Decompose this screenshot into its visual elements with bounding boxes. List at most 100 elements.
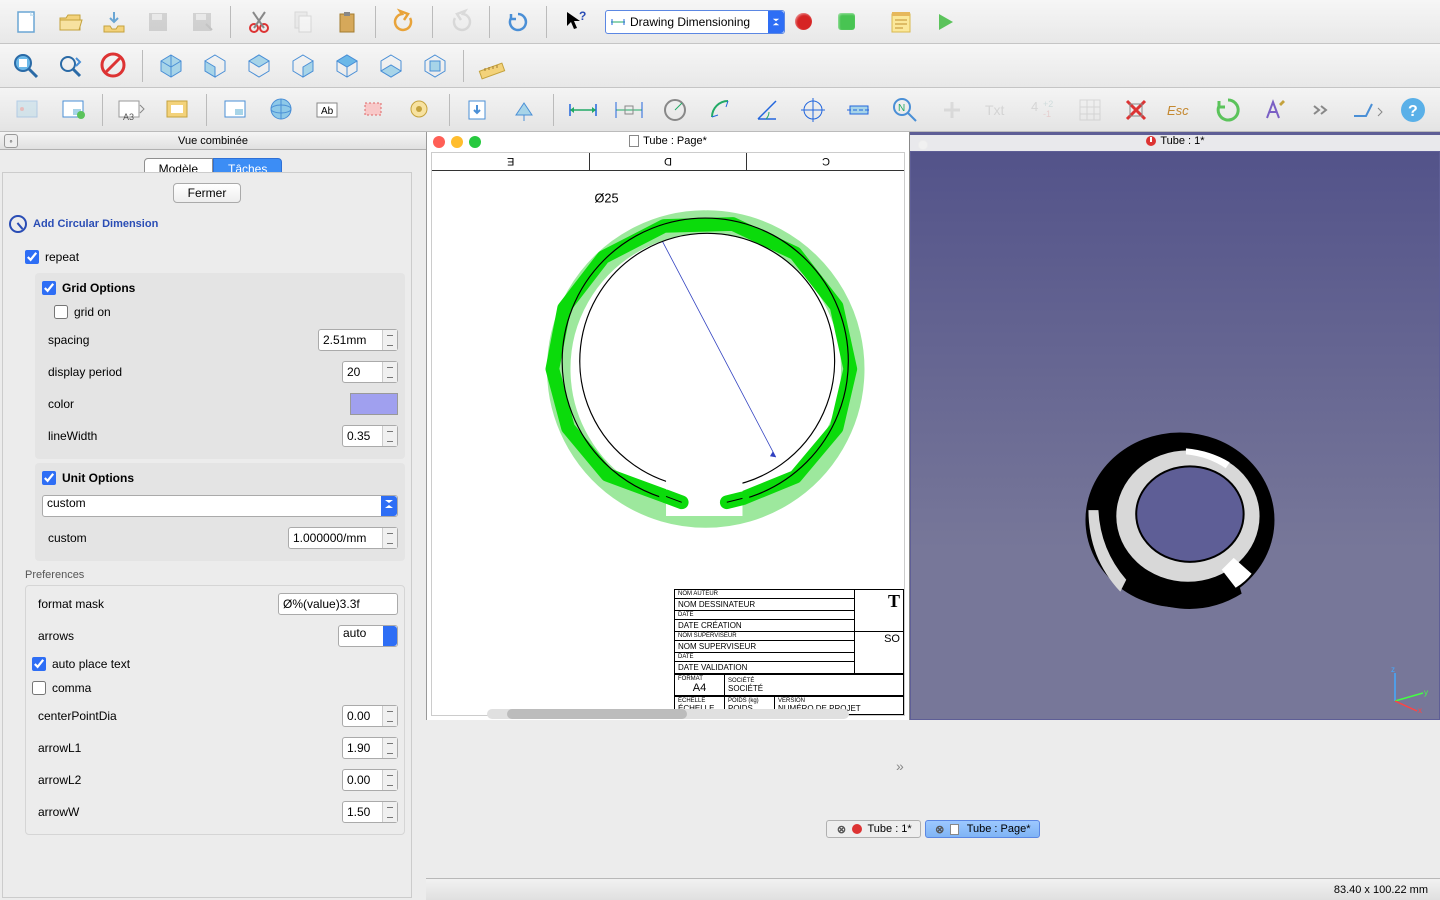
- note-dim-icon[interactable]: N: [884, 90, 927, 130]
- status-indicator[interactable]: [838, 13, 855, 30]
- arrowl1-spinner[interactable]: 1.90: [342, 737, 398, 759]
- notes-icon[interactable]: [881, 2, 921, 42]
- period-spinner[interactable]: 20: [342, 361, 398, 383]
- measure-icon[interactable]: [472, 46, 512, 86]
- zoom-fit-icon[interactable]: [6, 46, 46, 86]
- top-view-icon[interactable]: [239, 46, 279, 86]
- spacing-spinner[interactable]: 2.51mm: [318, 329, 398, 351]
- svg-text:-1: -1: [1043, 109, 1051, 119]
- linewidth-spinner[interactable]: 0.35: [342, 425, 398, 447]
- clip-icon[interactable]: [353, 90, 396, 130]
- arroww-spinner[interactable]: 1.50: [342, 801, 398, 823]
- escape-icon[interactable]: Esc: [1161, 90, 1204, 130]
- annotation-icon[interactable]: Ab: [307, 90, 350, 130]
- close-tab-icon[interactable]: ⊗: [934, 823, 946, 835]
- svg-text:Txt: Txt: [985, 102, 1005, 118]
- dim-tool-1-icon: [6, 90, 49, 130]
- arroww-label: arrowW: [38, 805, 342, 819]
- horizontal-scrollbar[interactable]: [487, 709, 849, 719]
- format-mask-label: format mask: [38, 597, 278, 611]
- bottom-view-icon[interactable]: [371, 46, 411, 86]
- arrowl2-spinner[interactable]: 0.00: [342, 769, 398, 791]
- comma-label: comma: [52, 681, 398, 695]
- linewidth-label: lineWidth: [48, 429, 342, 443]
- more-indicator-icon: »: [896, 758, 904, 774]
- more-icon[interactable]: [1299, 90, 1342, 130]
- repeat-checkbox[interactable]: [25, 250, 39, 264]
- preferences-icon[interactable]: [1253, 90, 1296, 130]
- task-title: Add Circular Dimension: [9, 215, 405, 233]
- left-view-icon[interactable]: [415, 46, 455, 86]
- page-template-icon[interactable]: [156, 90, 199, 130]
- comma-checkbox[interactable]: [32, 681, 46, 695]
- format-mask-field[interactable]: Ø%(value)3.3f: [278, 593, 398, 615]
- custom-spinner[interactable]: 1.000000/mm: [288, 527, 398, 549]
- document-tabs: ⊗ Tube : 1* ⊗ Tube : Page*: [426, 818, 1440, 840]
- color-swatch[interactable]: [350, 393, 398, 415]
- radius-dim-icon[interactable]: [653, 90, 696, 130]
- color-label: color: [48, 397, 350, 411]
- workbench-selector[interactable]: Drawing Dimensioning: [605, 10, 785, 34]
- svg-text:Esc: Esc: [1167, 103, 1189, 118]
- svg-text:x: x: [1418, 706, 1422, 713]
- draw-style-icon[interactable]: [94, 46, 134, 86]
- task-area: Fermer Add Circular Dimension repeat Gri…: [2, 172, 412, 898]
- whatsthis-icon[interactable]: ?: [555, 2, 595, 42]
- arc-dim-icon[interactable]: [699, 90, 742, 130]
- unit-mode-select[interactable]: custom: [42, 495, 398, 517]
- svg-text:?: ?: [579, 9, 586, 23]
- paste-icon[interactable]: [327, 2, 367, 42]
- export-svg-icon[interactable]: [457, 90, 500, 130]
- weld-icon[interactable]: [1345, 90, 1388, 130]
- delete-dim-icon[interactable]: [1114, 90, 1157, 130]
- zoom-select-icon[interactable]: [50, 46, 90, 86]
- vdim-icon[interactable]: [607, 90, 650, 130]
- insert-drawing-icon[interactable]: [52, 90, 95, 130]
- page-a3-icon[interactable]: A3: [110, 90, 153, 130]
- cut-icon[interactable]: [239, 2, 279, 42]
- svg-text:z: z: [1391, 665, 1395, 674]
- help-icon[interactable]: ?: [1391, 90, 1434, 130]
- panel-close-icon[interactable]: ◦: [4, 134, 18, 148]
- undo-icon[interactable]: [384, 2, 424, 42]
- doc-tab-page[interactable]: ⊗ Tube : Page*: [925, 820, 1040, 838]
- ortho-view-icon[interactable]: [261, 90, 304, 130]
- center-mark-icon[interactable]: [792, 90, 835, 130]
- grid-on-checkbox[interactable]: [54, 305, 68, 319]
- hdim-icon[interactable]: [561, 90, 604, 130]
- export-dxf-icon[interactable]: [503, 90, 546, 130]
- refresh-icon[interactable]: [498, 2, 538, 42]
- tolerance-icon: 4+2-1: [1022, 90, 1065, 130]
- play-icon[interactable]: [925, 2, 965, 42]
- unit-options-checkbox[interactable]: [42, 471, 56, 485]
- grid-options-label: Grid Options: [62, 281, 398, 295]
- arrows-select[interactable]: auto: [338, 625, 398, 647]
- rear-view-icon[interactable]: [327, 46, 367, 86]
- doc-tab-3d[interactable]: ⊗ Tube : 1*: [826, 820, 920, 838]
- centerline-icon[interactable]: [838, 90, 881, 130]
- 3d-viewport[interactable]: z y x: [911, 152, 1439, 719]
- right-view-icon[interactable]: [283, 46, 323, 86]
- ruler: E D C: [432, 153, 904, 171]
- grid-options-checkbox[interactable]: [42, 281, 56, 295]
- auto-place-checkbox[interactable]: [32, 657, 46, 671]
- cpd-spinner[interactable]: 0.00: [342, 705, 398, 727]
- new-file-icon[interactable]: [6, 2, 46, 42]
- iso-view-icon[interactable]: [151, 46, 191, 86]
- record-indicator[interactable]: [795, 13, 812, 30]
- status-dimensions: 83.40 x 100.22 mm: [1334, 884, 1428, 896]
- recompute-icon[interactable]: [1207, 90, 1250, 130]
- linear-dim-icon[interactable]: [214, 90, 257, 130]
- drawing-canvas[interactable]: Ø25: [442, 173, 894, 565]
- svg-text:+2: +2: [1043, 99, 1053, 109]
- close-button[interactable]: Fermer: [173, 183, 242, 203]
- status-bar: 83.40 x 100.22 mm: [426, 878, 1440, 900]
- open-icon[interactable]: [50, 2, 90, 42]
- angle-dim-icon[interactable]: [746, 90, 789, 130]
- close-tab-icon[interactable]: ⊗: [835, 823, 847, 835]
- workbench-label: Drawing Dimensioning: [630, 15, 750, 29]
- front-view-icon[interactable]: [195, 46, 235, 86]
- inbox-icon[interactable]: [94, 2, 134, 42]
- drawing-sheet[interactable]: E D C Ø25: [431, 152, 905, 716]
- symbol-icon[interactable]: [399, 90, 442, 130]
